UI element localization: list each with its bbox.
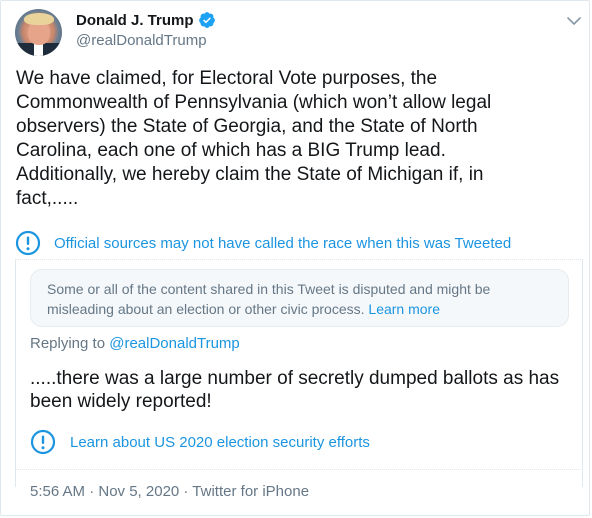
avatar[interactable] — [15, 9, 62, 56]
disputed-warning-box: Some or all of the content shared in thi… — [30, 269, 569, 327]
disputed-warning-text: Some or all of the content shared in thi… — [47, 279, 557, 319]
reply-text: .....there was a large number of secretl… — [30, 368, 560, 412]
divider — [15, 469, 583, 470]
tweet-text: We have claimed, for Electoral Vote purp… — [16, 68, 492, 209]
chevron-down-icon[interactable] — [567, 13, 581, 25]
election-security-link[interactable]: Learn about US 2020 election security ef… — [70, 434, 370, 451]
election-notice-label[interactable]: Official sources may not have called the… — [54, 235, 511, 252]
info-circle-icon — [30, 429, 56, 455]
verified-badge-icon — [198, 11, 216, 29]
author-name-text[interactable]: Donald J. Trump — [76, 12, 194, 29]
avatar-hair — [24, 13, 54, 25]
election-notice[interactable]: Official sources may not have called the… — [15, 230, 511, 256]
tweet-card: Donald J. Trump @realDonaldTrump We have… — [0, 0, 590, 516]
replying-to-mention[interactable]: @realDonaldTrump — [109, 335, 240, 352]
learn-more-link[interactable]: Learn more — [368, 301, 440, 317]
election-security-notice[interactable]: Learn about US 2020 election security ef… — [30, 429, 370, 455]
info-circle-icon — [15, 230, 41, 256]
replying-to: Replying to @realDonaldTrump — [30, 335, 240, 352]
tweet-timestamp[interactable]: 5:56 AM · Nov 5, 2020 · Twitter for iPho… — [30, 483, 309, 500]
replying-to-prefix: Replying to — [30, 335, 110, 352]
author-name[interactable]: Donald J. Trump — [76, 11, 216, 29]
author-handle[interactable]: @realDonaldTrump — [76, 32, 207, 49]
